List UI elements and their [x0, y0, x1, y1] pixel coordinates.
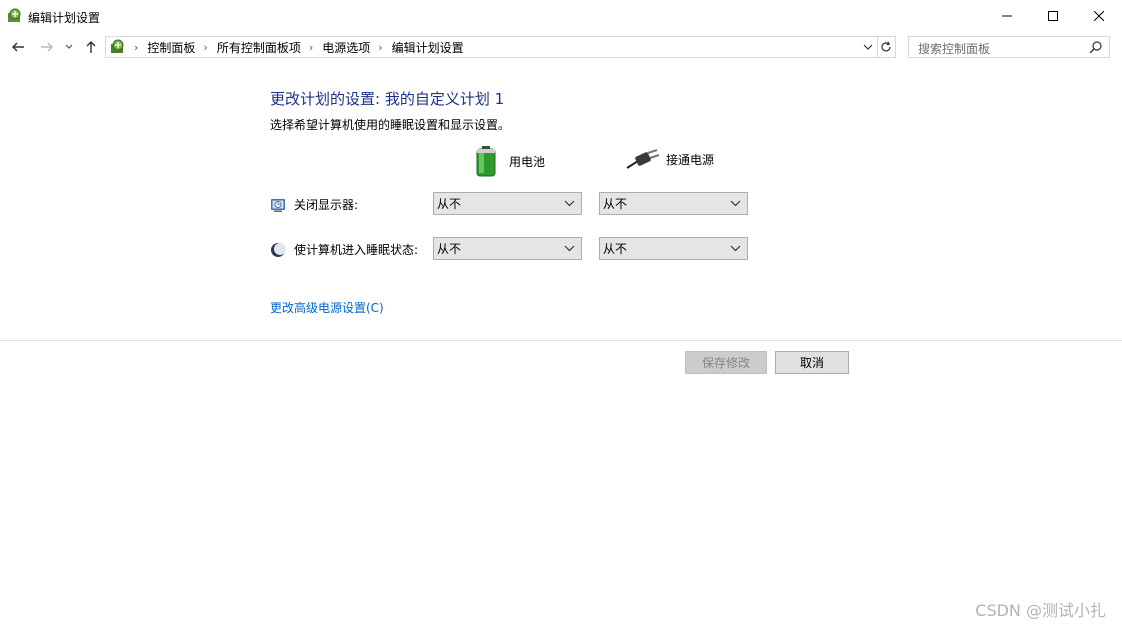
search-box[interactable]: 搜索控制面板 [908, 36, 1110, 58]
maximize-button[interactable] [1030, 0, 1076, 32]
chevron-down-icon [730, 200, 741, 207]
row-display-off: 关闭显示器: [270, 196, 358, 213]
minimize-button[interactable] [984, 0, 1030, 32]
column-plugged-in: 接通电源 [626, 148, 714, 170]
chevron-down-icon [730, 245, 741, 252]
display-off-plugged-select[interactable]: 从不 [599, 192, 748, 215]
back-button[interactable] [7, 36, 29, 58]
chevron-down-icon [65, 44, 73, 49]
display-off-battery-select[interactable]: 从不 [433, 192, 582, 215]
row-sleep-label: 使计算机进入睡眠状态: [294, 243, 419, 257]
column-plugged-in-label: 接通电源 [666, 152, 715, 167]
refresh-button[interactable] [877, 36, 896, 58]
close-button[interactable] [1076, 0, 1122, 32]
battery-icon [476, 146, 496, 177]
window-title: 编辑计划设置 [28, 11, 101, 25]
minimize-icon [1002, 15, 1012, 17]
row-display-off-label: 关闭显示器: [294, 198, 359, 212]
address-dropdown-button[interactable] [861, 39, 875, 55]
breadcrumb-item-edit-plan[interactable]: 编辑计划设置 [392, 39, 464, 56]
breadcrumb-item-power-options[interactable]: 电源选项 [322, 39, 370, 56]
watermark: CSDN @测试小扎 [975, 601, 1106, 620]
column-battery-label: 用电池 [509, 154, 546, 169]
breadcrumb: › 控制面板 › 所有控制面板项 › 电源选项 › 编辑计划设置 [126, 39, 464, 56]
address-bar[interactable]: › 控制面板 › 所有控制面板项 › 电源选项 › 编辑计划设置 [105, 36, 878, 58]
arrow-left-icon [12, 42, 24, 52]
cancel-button[interactable]: 取消 [775, 351, 849, 374]
search-input[interactable]: 搜索控制面板 [918, 40, 990, 57]
save-changes-button[interactable]: 保存修改 [685, 351, 767, 374]
close-icon [1094, 11, 1104, 21]
display-off-plugged-value: 从不 [603, 197, 628, 211]
breadcrumb-item-control-panel[interactable]: 控制面板 [147, 39, 195, 56]
advanced-power-settings-link[interactable]: 更改高级电源设置(C) [270, 299, 384, 316]
breadcrumb-separator-icon: › [203, 40, 208, 54]
up-button[interactable] [80, 36, 102, 58]
title-bar: 编辑计划设置 [0, 0, 1122, 34]
monitor-clock-icon [271, 198, 285, 212]
breadcrumb-separator-icon: › [378, 40, 383, 54]
maximize-icon [1048, 11, 1058, 21]
power-plug-icon [626, 149, 660, 169]
chevron-down-icon [863, 44, 873, 50]
sleep-plugged-select[interactable]: 从不 [599, 237, 748, 260]
search-icon [1089, 41, 1102, 54]
forward-button[interactable] [36, 36, 58, 58]
recent-locations-button[interactable] [61, 36, 77, 58]
chevron-down-icon [564, 200, 575, 207]
sleep-plugged-value: 从不 [603, 242, 628, 256]
page-heading: 更改计划的设置: 我的自定义计划 1 [270, 90, 505, 108]
refresh-icon [881, 41, 891, 52]
breadcrumb-separator-icon: › [308, 40, 314, 54]
breadcrumb-separator-icon: › [134, 40, 139, 54]
column-battery: 用电池 [475, 145, 545, 177]
display-off-battery-value: 从不 [437, 197, 462, 211]
control-panel-icon [111, 39, 124, 53]
breadcrumb-item-all-items[interactable]: 所有控制面板项 [217, 39, 301, 56]
moon-icon [271, 242, 286, 257]
row-sleep: 使计算机进入睡眠状态: [270, 241, 418, 258]
arrow-up-icon [86, 41, 96, 53]
sleep-battery-select[interactable]: 从不 [433, 237, 582, 260]
arrow-right-icon [41, 42, 53, 52]
footer-divider [0, 340, 1122, 341]
page-description: 选择希望计算机使用的睡眠设置和显示设置。 [270, 118, 511, 132]
power-options-icon [8, 8, 21, 22]
chevron-down-icon [564, 245, 575, 252]
navigation-bar: › 控制面板 › 所有控制面板项 › 电源选项 › 编辑计划设置 搜索控制面板 [0, 34, 1122, 62]
sleep-battery-value: 从不 [437, 242, 462, 256]
